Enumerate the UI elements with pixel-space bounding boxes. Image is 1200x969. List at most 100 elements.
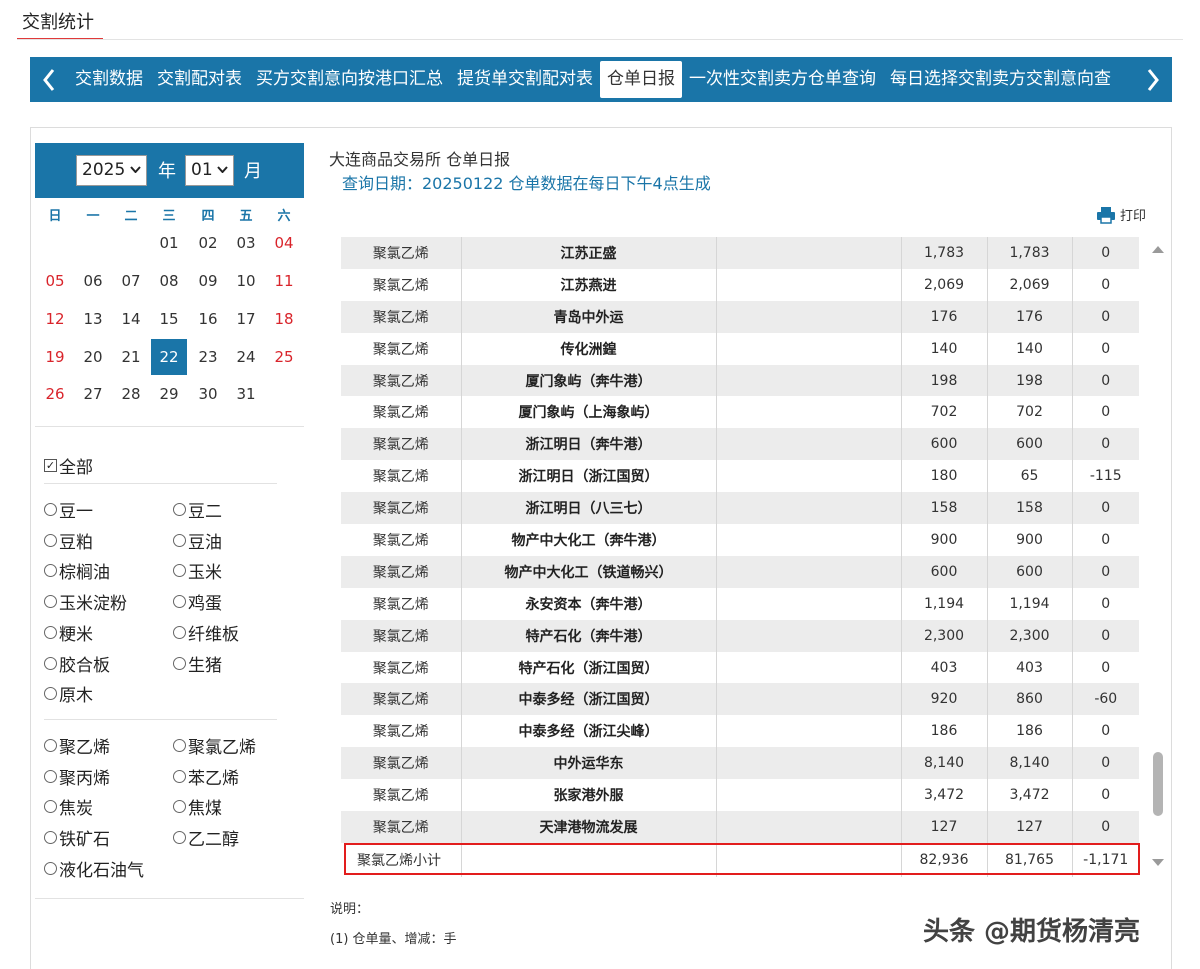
year-select[interactable]: 2025 xyxy=(76,155,147,186)
calendar-day[interactable]: 06 xyxy=(75,263,111,299)
blank-cell xyxy=(716,524,902,556)
weekday-label: 六 xyxy=(277,209,291,224)
filter-radio[interactable]: 粳米 xyxy=(44,620,93,645)
calendar-day[interactable]: 20 xyxy=(75,339,111,375)
month-select[interactable]: 01 xyxy=(185,155,234,186)
change-cell: 0 xyxy=(1072,300,1139,333)
filter-radio[interactable]: 液化石油气 xyxy=(44,856,144,881)
radio-icon xyxy=(44,595,57,609)
filter-radio[interactable]: 铁矿石 xyxy=(44,825,110,850)
today-volume-cell: 2,069 xyxy=(987,268,1073,301)
calendar-day[interactable]: 31 xyxy=(228,376,264,412)
prev-volume-cell: 600 xyxy=(901,555,988,588)
tab-item[interactable]: 每日选择交割卖方交割意向查 xyxy=(883,57,1118,102)
filter-radio[interactable]: 聚丙烯 xyxy=(44,764,110,789)
filter-radio[interactable]: 焦炭 xyxy=(44,794,93,819)
blank-cell xyxy=(716,587,902,620)
radio-icon xyxy=(173,769,186,783)
table-row: 聚氯乙烯 特产石化（奔牛港） 2,300 2,300 0 xyxy=(341,619,1139,652)
table-row: 聚氯乙烯 浙江明日（奔牛港） 600 600 0 xyxy=(341,428,1139,461)
prev-volume-cell: 198 xyxy=(901,364,988,397)
calendar-day[interactable]: 03 xyxy=(228,225,264,261)
exchange-title: 大连商品交易所 仓单日报 xyxy=(329,150,511,169)
tab-bar: 交割数据 交割配对表 买方交割意向按港口汇总 提货单交割配对表 仓单日报 一次性交割卖方仓… xyxy=(30,57,1172,102)
filter-radio[interactable]: 聚氯乙烯 xyxy=(173,733,256,758)
calendar-day[interactable]: 18 xyxy=(266,301,302,337)
variety-cell: 聚氯乙烯 xyxy=(341,492,462,525)
filter-radio[interactable]: 苯乙烯 xyxy=(173,764,239,789)
filter-radio[interactable]: 纤维板 xyxy=(173,620,239,645)
scroll-down-icon[interactable] xyxy=(1152,859,1164,866)
radio-icon xyxy=(44,625,57,639)
change-cell: 0 xyxy=(1072,619,1139,652)
calendar-day[interactable]: 22 xyxy=(151,339,187,375)
calendar-day[interactable]: 02 xyxy=(190,225,226,261)
calendar-day[interactable]: 14 xyxy=(113,301,149,337)
calendar-day[interactable]: 15 xyxy=(151,301,187,337)
change-cell: 0 xyxy=(1072,332,1139,365)
table-row: 聚氯乙烯 江苏燕进 2,069 2,069 0 xyxy=(341,268,1139,301)
filter-radio[interactable]: 鸡蛋 xyxy=(173,589,222,614)
filter-radio[interactable]: 生猪 xyxy=(173,651,222,676)
today-volume-cell: 1,783 xyxy=(987,237,1073,269)
calendar-day[interactable]: 17 xyxy=(228,301,264,337)
watermark: 头条 @期货杨清亮 xyxy=(923,917,1141,947)
tab-item[interactable]: 一次性交割卖方仓单查询 xyxy=(682,57,883,102)
calendar-day[interactable]: 26 xyxy=(37,376,73,412)
today-volume-cell: 198 xyxy=(987,364,1073,397)
calendar-day[interactable]: 09 xyxy=(190,263,226,299)
filter-radio[interactable]: 玉米淀粉 xyxy=(44,589,127,614)
calendar-day[interactable]: 11 xyxy=(266,263,302,299)
variety-cell: 聚氯乙烯 xyxy=(341,396,462,429)
scroll-up-icon[interactable] xyxy=(1152,246,1164,253)
tab-item[interactable]: 买方交割意向按港口汇总 xyxy=(249,57,450,102)
calendar-day[interactable]: 23 xyxy=(190,339,226,375)
filter-radio[interactable]: 聚乙烯 xyxy=(44,733,110,758)
filter-radio[interactable]: 焦煤 xyxy=(173,794,222,819)
calendar-day[interactable]: 07 xyxy=(113,263,149,299)
calendar-day[interactable]: 21 xyxy=(113,339,149,375)
calendar-day[interactable]: 30 xyxy=(190,376,226,412)
chevron-right-icon[interactable] xyxy=(1134,57,1172,102)
calendar-day[interactable]: 05 xyxy=(37,263,73,299)
tab-item[interactable]: 交割数据 xyxy=(68,57,150,102)
scrollbar-thumb[interactable] xyxy=(1153,752,1163,816)
calendar-day[interactable]: 16 xyxy=(190,301,226,337)
warehouse-cell: 厦门象屿（奔牛港） xyxy=(461,364,717,397)
calendar-day[interactable]: 28 xyxy=(113,376,149,412)
filter-radio[interactable]: 乙二醇 xyxy=(173,825,239,850)
calendar-day[interactable]: 27 xyxy=(75,376,111,412)
tab-item[interactable]: 仓单日报 xyxy=(600,61,682,98)
warehouse-cell: 张家港外服 xyxy=(461,779,717,812)
filter-radio-label: 原木 xyxy=(59,686,93,707)
filter-radio[interactable]: 豆二 xyxy=(173,497,222,522)
filter-radio[interactable]: 棕榈油 xyxy=(44,558,110,583)
table-row: 聚氯乙烯 天津港物流发展 127 127 0 xyxy=(341,811,1139,843)
print-button[interactable]: 打印 xyxy=(1096,205,1146,224)
calendar-day[interactable]: 25 xyxy=(266,339,302,375)
blank-cell xyxy=(716,842,902,877)
calendar-day[interactable]: 04 xyxy=(266,225,302,261)
calendar-day[interactable]: 12 xyxy=(37,301,73,337)
calendar-day[interactable]: 13 xyxy=(75,301,111,337)
filter-radio[interactable]: 豆油 xyxy=(173,528,222,553)
filter-radio[interactable]: 胶合板 xyxy=(44,651,110,676)
warehouse-cell: 浙江明日（八三七） xyxy=(461,492,717,525)
filter-radio[interactable]: 豆粕 xyxy=(44,528,93,553)
filter-radio[interactable]: 豆一 xyxy=(44,497,93,522)
change-cell: 0 xyxy=(1072,811,1139,843)
all-checkbox[interactable]: ✓ 全部 xyxy=(44,453,93,478)
sidebar-divider xyxy=(35,426,304,427)
calendar-day[interactable]: 08 xyxy=(151,263,187,299)
tab-item[interactable]: 交割配对表 xyxy=(150,57,249,102)
table-row: 聚氯乙烯 厦门象屿（奔牛港） 198 198 0 xyxy=(341,364,1139,397)
calendar-day[interactable]: 19 xyxy=(37,339,73,375)
calendar-day[interactable]: 01 xyxy=(151,225,187,261)
tab-item[interactable]: 提货单交割配对表 xyxy=(450,57,600,102)
filter-radio[interactable]: 玉米 xyxy=(173,558,222,583)
filter-radio[interactable]: 原木 xyxy=(44,681,93,706)
calendar-day[interactable]: 10 xyxy=(228,263,264,299)
calendar-day[interactable]: 29 xyxy=(151,376,187,412)
chevron-left-icon[interactable] xyxy=(30,57,68,102)
calendar-day[interactable]: 24 xyxy=(228,339,264,375)
